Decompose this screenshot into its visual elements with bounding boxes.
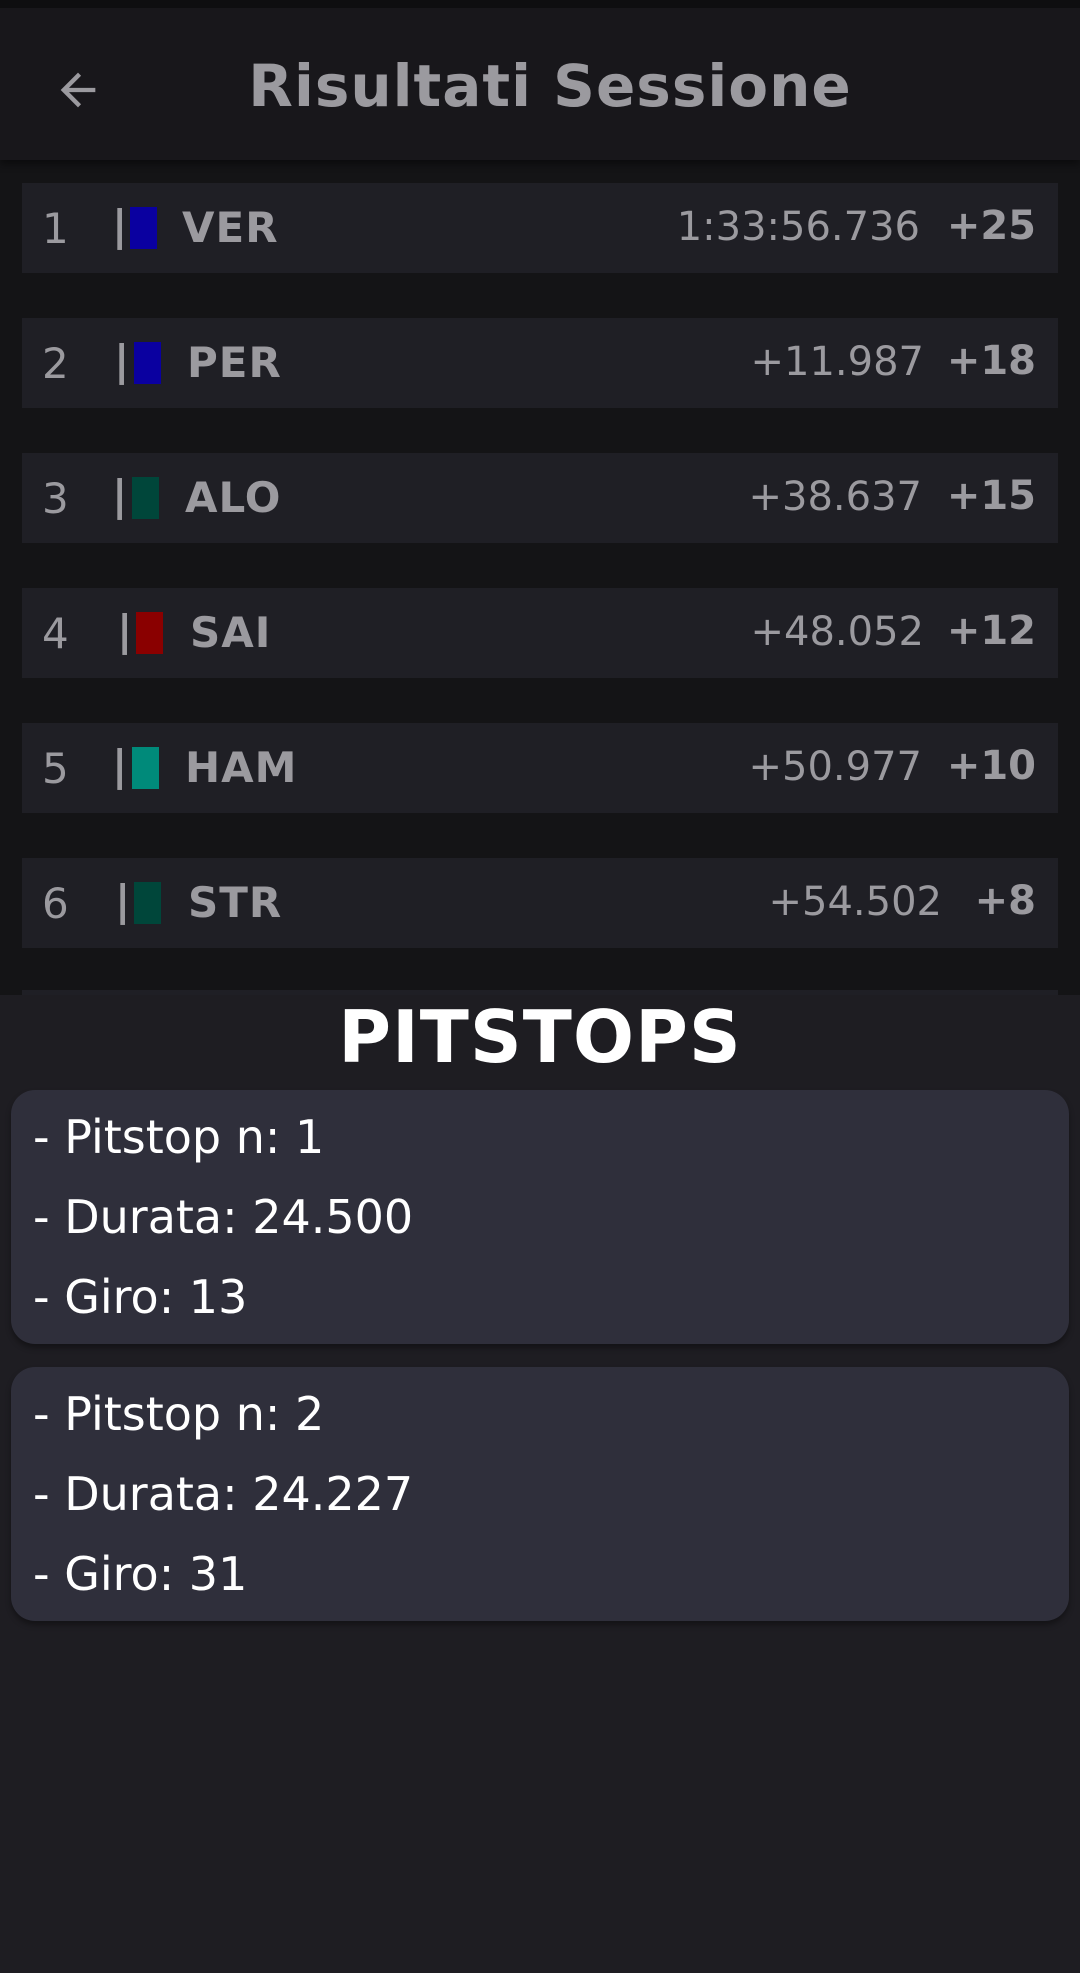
position-label: 4 [42,609,69,658]
pitstop-card: - Pitstop n: 1 - Durata: 24.500 - Giro: … [11,1090,1069,1344]
separator: | [112,471,128,520]
result-row[interactable]: 2 | PER +11.987 +18 [22,318,1058,408]
points-badge: +12 [946,608,1036,654]
separator: | [112,201,128,250]
points-badge: +8 [974,878,1036,924]
position-label: 3 [42,474,69,523]
race-time: +54.502 [768,879,942,925]
race-time: +48.052 [750,609,924,655]
team-color-swatch [134,342,161,384]
pitstop-lap: - Giro: 13 [33,1270,248,1324]
team-color-swatch [132,747,159,789]
pitstop-number: - Pitstop n: 1 [33,1110,325,1164]
position-label: 2 [42,339,69,388]
session-results-screen: Risultati Sessione 1 | VER 1:33:56.736 +… [0,0,1080,1973]
result-row[interactable]: 3 | ALO +38.637 +15 [22,453,1058,543]
driver-code: HAM [185,743,298,792]
driver-code: VER [182,203,279,252]
result-row[interactable]: 1 | VER 1:33:56.736 +25 [22,183,1058,273]
page-title: Risultati Sessione [248,52,852,120]
race-time: 1:33:56.736 [676,204,920,250]
separator: | [117,606,133,655]
pitstop-lap: - Giro: 31 [33,1547,248,1601]
team-color-swatch [130,207,157,249]
driver-code: ALO [185,473,282,522]
results-list[interactable]: 1 | VER 1:33:56.736 +25 2 | PER +11.987 … [0,160,1080,995]
team-color-swatch [132,477,159,519]
points-badge: +10 [946,743,1036,789]
pitstop-card: - Pitstop n: 2 - Durata: 24.227 - Giro: … [11,1367,1069,1621]
pitstop-duration: - Durata: 24.227 [33,1467,414,1521]
result-row[interactable]: 5 | HAM +50.977 +10 [22,723,1058,813]
driver-code: STR [188,878,283,927]
driver-code: SAI [190,608,272,657]
points-badge: +25 [946,203,1036,249]
points-badge: +18 [946,338,1036,384]
position-label: 1 [42,204,69,253]
pitstops-heading: PITSTOPS [338,995,742,1079]
app-bar: Risultati Sessione [0,0,1080,160]
position-label: 6 [42,879,69,928]
separator: | [114,336,130,385]
driver-code: PER [187,338,282,387]
race-time: +50.977 [748,744,922,790]
result-row[interactable]: 4 | SAI +48.052 +12 [22,588,1058,678]
separator: | [112,741,128,790]
result-row[interactable]: 6 | STR +54.502 +8 [22,858,1058,948]
team-color-swatch [134,882,161,924]
team-color-swatch [136,612,163,654]
race-time: +11.987 [750,339,924,385]
points-badge: +15 [946,473,1036,519]
separator: | [115,876,131,925]
pitstop-number: - Pitstop n: 2 [33,1387,325,1441]
race-time: +38.637 [748,474,922,520]
position-label: 5 [42,744,69,793]
pitstop-duration: - Durata: 24.500 [33,1190,414,1244]
